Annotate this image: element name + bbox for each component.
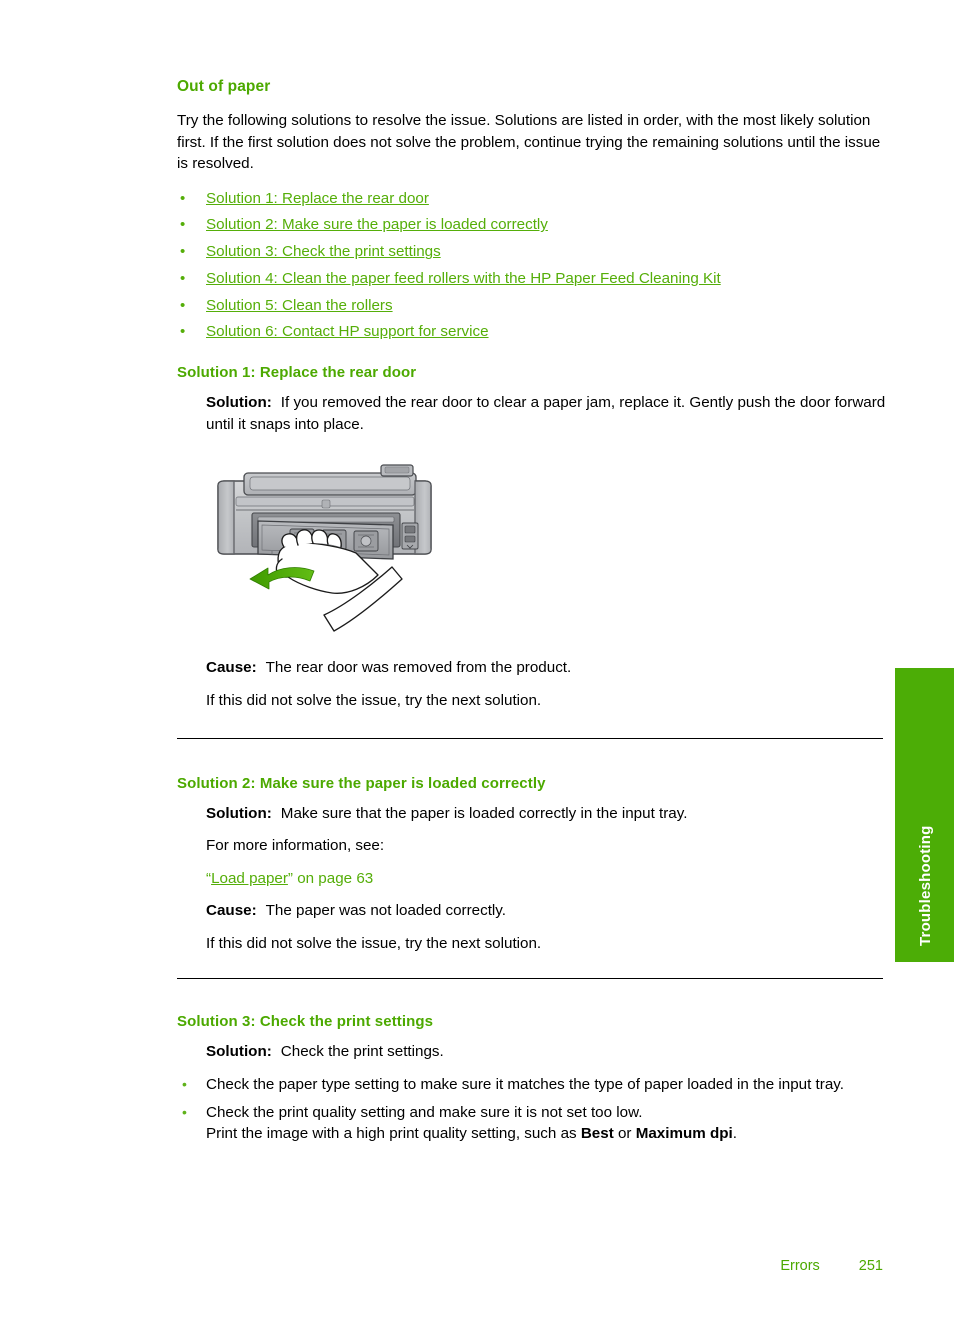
subline-text-pre: Print the image with a high print qualit… — [206, 1125, 581, 1143]
bullet-icon: • — [180, 323, 186, 341]
page-content: Out of paper Try the following solutions… — [177, 78, 887, 1155]
subline-text-post: . — [732, 1125, 737, 1143]
bullet-icon: • — [182, 1103, 187, 1120]
printer-ports — [401, 522, 419, 550]
cause-label: Cause: — [206, 659, 257, 677]
subline-text-mid: or — [613, 1125, 636, 1143]
solution-3-bullet-2-subline: Print the image with a high print qualit… — [206, 1123, 858, 1145]
solution-1-next-text: If this did not solve the issue, try the… — [206, 691, 542, 709]
list-item: • Check the print quality setting and ma… — [177, 1102, 858, 1145]
link-solution-6[interactable]: Solution 6: Contact HP support for servi… — [206, 323, 489, 340]
solution-3-bullet-list: • Check the paper type setting to make s… — [177, 1074, 858, 1145]
list-item: • Solution 1: Replace the rear door — [177, 189, 887, 209]
bullet-icon: • — [182, 1076, 187, 1093]
solution-3-solution-text: Check the print settings. — [280, 1043, 444, 1061]
page-title: Out of paper — [177, 78, 271, 95]
solution-3-bullet-2-text: Check the print quality setting and make… — [206, 1103, 643, 1121]
list-item: • Solution 2: Make sure the paper is loa… — [177, 215, 887, 235]
heading-solution-1: Solution 1: Replace the rear door — [177, 364, 417, 382]
solution-1-solution-text: If you removed the rear door to clear a … — [206, 394, 886, 433]
link-solution-3[interactable]: Solution 3: Check the print settings — [206, 243, 441, 260]
list-item: • Solution 6: Contact HP support for ser… — [177, 322, 887, 342]
link-solution-5[interactable]: Solution 5: Clean the rollers — [206, 297, 393, 314]
printer-rear-door-illustration — [206, 455, 456, 635]
footer-section-name: Errors — [780, 1258, 820, 1274]
bullet-icon: • — [180, 189, 186, 207]
bullet-icon: • — [180, 269, 186, 287]
solution-link-list: • Solution 1: Replace the rear door • So… — [177, 189, 887, 343]
printer-illustration-svg — [217, 464, 432, 633]
solution-2-cause-text: The paper was not loaded correctly. — [265, 902, 506, 920]
quality-maximum-dpi-value: Maximum dpi — [635, 1125, 733, 1143]
bullet-icon: • — [180, 216, 186, 234]
list-item: • Check the paper type setting to make s… — [177, 1074, 858, 1096]
heading-solution-3: Solution 3: Check the print settings — [177, 1013, 434, 1031]
list-item: • Solution 4: Clean the paper feed rolle… — [177, 269, 887, 289]
intro-paragraph: Try the following solutions to resolve t… — [177, 112, 881, 173]
heading-solution-2: Solution 2: Make sure the paper is loade… — [177, 774, 546, 792]
footer-page-number: 251 — [858, 1258, 883, 1274]
quality-best-value: Best — [580, 1125, 614, 1143]
list-item: • Solution 5: Clean the rollers — [177, 296, 887, 316]
solution-2-cause-paragraph: Cause: The paper was not loaded correctly… — [206, 900, 887, 922]
bullet-icon: • — [180, 243, 186, 261]
chapter-side-tab: Troubleshooting — [895, 668, 954, 962]
solution-2-more-info-text: For more information, see: — [206, 837, 385, 855]
solution-1-cause-text: The rear door was removed from the produ… — [265, 659, 572, 677]
solution-3-bullet-1-text: Check the paper type setting to make sur… — [206, 1076, 844, 1094]
solution-1-cause-paragraph: Cause: The rear door was removed from the… — [206, 657, 887, 679]
bullet-icon: • — [180, 296, 186, 314]
solution-2-crossref: “Load paper” on page 63 — [206, 868, 887, 890]
crossref-page-ref: ” on page 63 — [287, 869, 374, 887]
solution-2-next-text: If this did not solve the issue, try the… — [206, 934, 542, 952]
cause-label: Cause: — [206, 902, 257, 920]
link-solution-2[interactable]: Solution 2: Make sure the paper is loade… — [206, 216, 548, 233]
solution-2-solution-paragraph: Solution: Make sure that the paper is loa… — [206, 803, 887, 825]
chapter-side-tab-label: Troubleshooting — [917, 825, 934, 947]
page-footer: Errors 251 — [177, 1258, 883, 1274]
link-solution-4[interactable]: Solution 4: Clean the paper feed rollers… — [206, 270, 721, 287]
link-solution-1[interactable]: Solution 1: Replace the rear door — [206, 190, 429, 207]
document-page: Out of paper Try the following solutions… — [0, 0, 954, 1321]
link-load-paper[interactable]: Load paper — [211, 870, 288, 887]
solution-3-solution-paragraph: Solution: Check the print settings. — [206, 1041, 887, 1063]
solution-label: Solution: — [206, 1043, 272, 1061]
solution-1-solution-paragraph: Solution: If you removed the rear door to… — [206, 392, 887, 435]
section-divider — [177, 737, 883, 739]
solution-label: Solution: — [206, 804, 272, 822]
solution-2-solution-text: Make sure that the paper is loaded corre… — [280, 804, 688, 822]
section-divider — [177, 978, 883, 980]
list-item: • Solution 3: Check the print settings — [177, 242, 887, 262]
solution-label: Solution: — [206, 394, 272, 412]
